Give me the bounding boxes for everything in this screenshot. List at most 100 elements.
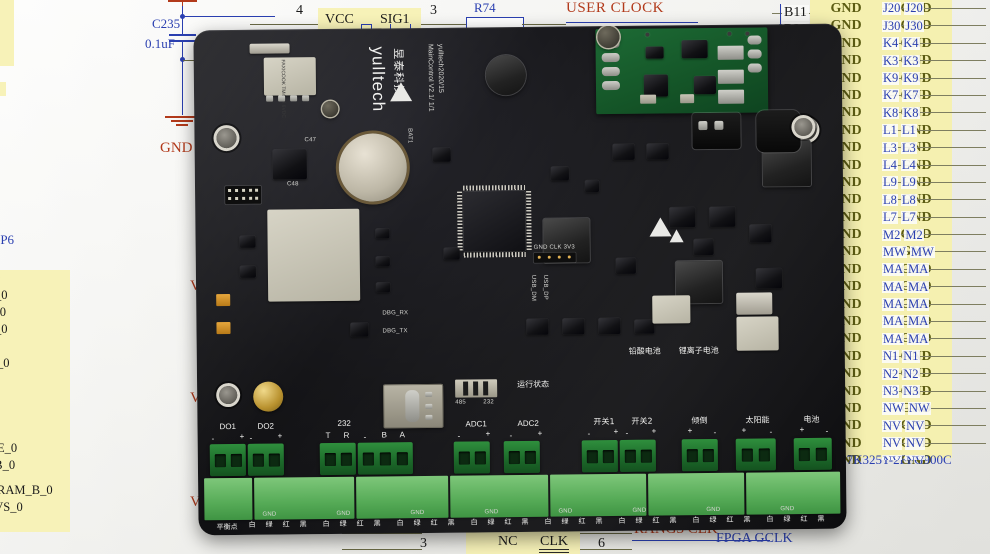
silk-gnd: GND	[558, 508, 572, 514]
silk-board-code: yulltech2020/15	[437, 44, 445, 93]
silk-wire-color: 绿	[561, 517, 568, 527]
silk-brand-yulltech: yulltech	[368, 46, 389, 112]
terminal-block-do1[interactable]	[210, 444, 246, 476]
pin-label-left: K8	[882, 107, 899, 120]
pin-label-right: J30	[904, 20, 923, 33]
terminal-block-solar[interactable]	[736, 438, 776, 470]
pin-row: M2M2	[882, 226, 990, 243]
pcb-board-photo: yulltech 昱泰科技 MainControl V2.1/ 1/1 yull…	[193, 24, 846, 536]
pin-label-left: L7	[882, 211, 898, 224]
label-nc-box: NC	[498, 534, 517, 550]
conn-label-switch1: 开关1	[593, 416, 614, 427]
pin-label-right: L9	[901, 176, 917, 189]
cap-c235-value: 0.1uF	[145, 36, 175, 52]
terminal-block-switch2[interactable]	[620, 440, 656, 472]
pin-label-left: MA	[882, 298, 904, 311]
pin-row: N3N3	[882, 383, 990, 400]
pin-label-left: NW	[882, 402, 905, 415]
pin-label-left: L3	[882, 142, 898, 155]
pin-label-left: NV	[882, 420, 902, 433]
silk-wire-color: 红	[652, 516, 659, 526]
conn-pin-solar-pos: +	[742, 426, 747, 435]
conn-pin-adc1-neg: -	[458, 432, 461, 441]
terminal-block-switch1[interactable]	[582, 440, 618, 472]
mcu-qfp	[463, 191, 526, 252]
conn-label-do2: DO2	[257, 422, 274, 431]
silk-wire-color: 黑	[373, 518, 380, 528]
pin-row: NVNV	[882, 417, 990, 434]
label-clk-box: CLK	[540, 534, 568, 550]
silk-wire-color: 绿	[783, 514, 790, 524]
pin-label-left: N1	[882, 350, 899, 363]
silk-wire-color: 白	[692, 515, 699, 525]
label-ip6: IP6	[0, 232, 14, 248]
conn-pin-tilt-neg: -	[714, 428, 717, 437]
pin-label-right: MA	[907, 315, 929, 328]
terminal-block-adc2[interactable]	[504, 441, 540, 473]
silk-wire-color: 绿	[413, 518, 420, 528]
left-pin-header	[225, 186, 261, 204]
logo-triangle-1	[390, 82, 412, 101]
terminal-block-battery[interactable]	[794, 438, 832, 470]
highlight-left-top	[0, 0, 14, 66]
coin-cell-battery	[338, 133, 407, 202]
conn-pin-bat-neg: -	[826, 427, 829, 436]
terminal-block-adc1[interactable]	[454, 441, 490, 473]
pin-row: NVNV	[882, 435, 990, 452]
pin-row: L7L7	[882, 209, 990, 226]
pin-label-right: N1	[902, 350, 919, 363]
conn-pin-232-a: A	[400, 430, 405, 439]
silk-wire-color: 白	[544, 517, 551, 527]
silk-wire-color: 黑	[595, 516, 602, 526]
pin-label-left: MA	[882, 263, 904, 276]
silk-gnd: GND	[484, 509, 498, 515]
pin-label-left: K4	[882, 37, 899, 50]
pin-label-left: MA	[882, 281, 904, 294]
pin-row: MWMW	[882, 243, 990, 260]
pin-row: L8L8	[882, 191, 990, 208]
shielded-module	[267, 209, 360, 302]
silk-gnd: GND	[262, 512, 276, 518]
pin-label-right: K7	[902, 89, 919, 102]
lower-connector-1[interactable]	[204, 478, 252, 521]
silk-wire-color: 黑	[299, 519, 306, 529]
pin-label-left: J20	[882, 2, 901, 15]
terminal-block-tilt[interactable]	[682, 439, 718, 471]
conn-pin-sw1-pos: +	[614, 427, 619, 436]
silk-wire-color: 白	[249, 520, 256, 530]
silk-232: 232	[483, 399, 494, 405]
highlight-left-small	[0, 82, 6, 96]
logo-triangle-2	[649, 217, 671, 236]
pin-label-left: MW	[882, 246, 907, 259]
lower-connector-4[interactable]	[450, 475, 548, 518]
conn-pin-do2-neg: -	[250, 434, 253, 443]
crystal-oscillator	[736, 292, 772, 314]
terminal-block-232-gba[interactable]	[358, 442, 413, 475]
terminal-block-232-tr[interactable]	[320, 443, 356, 475]
left-net-3: S_0	[0, 321, 70, 338]
pin-row: N2N2	[882, 365, 990, 382]
silk-wire-color: 白	[766, 514, 773, 524]
mounting-hole-bottom-left	[219, 386, 237, 404]
conn-pin-232-r: R	[344, 431, 350, 440]
left-net-2: a_0	[0, 304, 70, 321]
pin-label-right: K3	[902, 55, 919, 68]
lower-connector-6[interactable]	[648, 473, 744, 516]
sim-card-slot	[383, 384, 443, 429]
conn-pin-do1-pos: +	[240, 432, 245, 441]
pin-label-right: L3	[901, 142, 917, 155]
pin-label-right: NW	[908, 402, 931, 415]
silk-gnd-clk-3v3: GND CLK 3V3	[534, 244, 575, 250]
conn-label-do1: DO1	[219, 422, 236, 431]
pin-label-left: N3	[882, 385, 899, 398]
left-net-4: K_0	[0, 355, 70, 372]
pin-label-left: NV	[882, 455, 902, 460]
pin-row: L9L9	[882, 174, 990, 191]
lower-connector-3[interactable]	[356, 476, 448, 519]
terminal-block-do2[interactable]	[248, 443, 284, 475]
dip-switch-485-232	[455, 379, 497, 397]
pin-label-b11: B11	[782, 5, 809, 21]
pin-row: N1N1	[882, 348, 990, 365]
silk-usb-dp: USB_DP	[542, 275, 548, 300]
conn-pin-232-t: T	[326, 431, 331, 440]
